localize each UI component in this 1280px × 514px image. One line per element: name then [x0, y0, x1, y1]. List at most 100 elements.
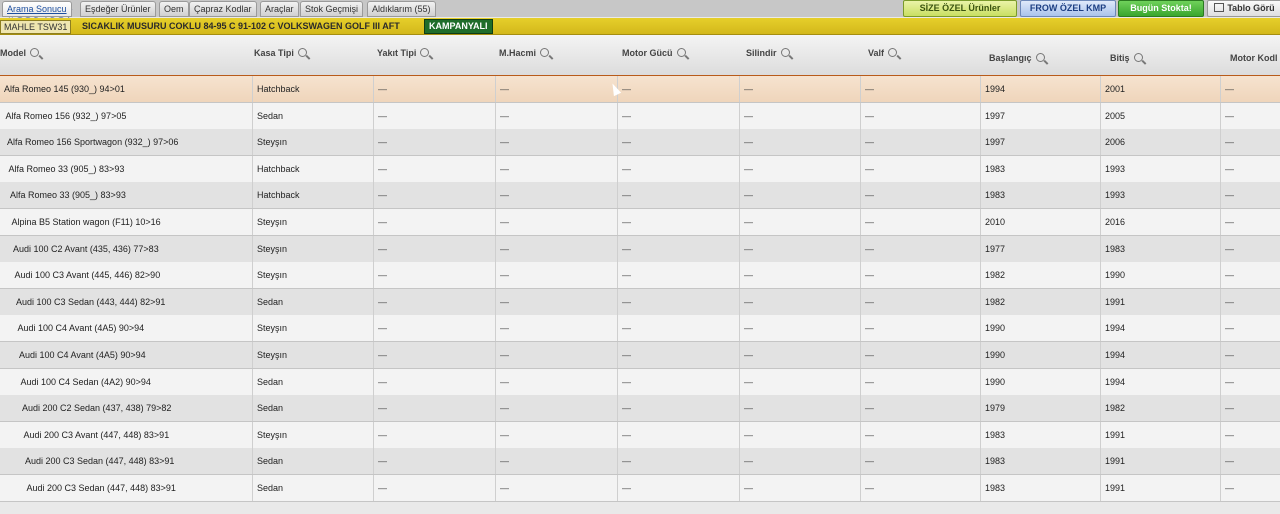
- cell-kod: —: [1220, 182, 1280, 209]
- tablo-gorunumu-button[interactable]: Tablo Görü: [1207, 0, 1280, 17]
- col-header-silindir[interactable]: Silindir: [746, 47, 790, 58]
- cell-bitis: 2001: [1100, 76, 1223, 102]
- cell-guc: —: [617, 102, 742, 129]
- table-row[interactable]: Audi 100 C3 Sedan (443, 444) 82>91 Sedan —…: [0, 288, 1280, 316]
- table-row[interactable]: Alpina B5 Station wagon (F11) 10>16 Steyş…: [0, 209, 1280, 236]
- search-icon[interactable]: [888, 48, 898, 57]
- cell-valf: —: [860, 315, 983, 342]
- table-row[interactable]: Audi 200 C3 Avant (447, 448) 83>91 Steyşı…: [0, 421, 1280, 449]
- col-header-motor-gucu[interactable]: Motor Gücü: [622, 47, 686, 58]
- cell-silindir: —: [739, 475, 863, 501]
- col-header-yakit-tipi[interactable]: Yakıt Tipi: [377, 47, 430, 58]
- product-banner: MAHLE TSW31 SICAKLIK MUSURU COKLU 84-95 …: [0, 18, 1280, 35]
- cell-bitis: 1993: [1100, 182, 1223, 209]
- search-icon[interactable]: [676, 48, 686, 57]
- cell-yakit: —: [373, 262, 498, 289]
- tablo-label: Tablo Görü: [1227, 3, 1275, 13]
- cell-model: Alpina B5 Station wagon (F11) 10>16: [11, 217, 161, 227]
- tab-stok-gecmisi[interactable]: Stok Geçmişi: [300, 1, 364, 17]
- col-valf-label: Valf: [868, 48, 885, 58]
- cell-bitis: 1994: [1100, 342, 1223, 368]
- search-icon[interactable]: [540, 48, 550, 57]
- cell-bitis: 1991: [1100, 448, 1223, 475]
- size-ozel-button[interactable]: SİZE ÖZEL Ürünler: [903, 0, 1017, 17]
- tab-oem[interactable]: Oem: [159, 1, 189, 17]
- table-row[interactable]: Audi 100 C4 Avant (4A5) 90>94 Steyşın — — — —…: [0, 315, 1280, 343]
- cell-kod: —: [1220, 235, 1280, 262]
- cell-model: Audi 100 C2 Avant (435, 436) 77>83: [13, 243, 159, 254]
- cell-yakit: —: [373, 235, 498, 262]
- table-row[interactable]: Audi 100 C4 Avant (4A5) 90>94 Steyşın — — — —…: [0, 342, 1280, 369]
- cell-baslangic: 1990: [980, 368, 1103, 395]
- search-icon[interactable]: [780, 48, 790, 57]
- cell-bitis: 1991: [1100, 475, 1223, 501]
- cell-valf: —: [860, 288, 983, 315]
- cell-kasa: Sedan: [252, 368, 376, 395]
- table-row[interactable]: Audi 200 C2 Sedan (437, 438) 79>82 Sedan —…: [0, 395, 1280, 423]
- col-header-baslangic[interactable]: Başlangıç: [989, 52, 1045, 63]
- cell-guc: —: [617, 262, 742, 289]
- cell-baslangic: 1997: [980, 102, 1103, 129]
- search-icon[interactable]: [297, 48, 307, 57]
- col-hacim-label: M.Hacmi: [499, 48, 537, 58]
- col-header-motor-kodu[interactable]: Motor Kodl: [1230, 53, 1278, 63]
- cell-hacim: —: [495, 235, 620, 262]
- table-row[interactable]: Audi 100 C3 Avant (445, 446) 82>90 Steyşı…: [0, 262, 1280, 290]
- frow-ozel-button[interactable]: FROW ÖZEL KMP: [1020, 0, 1116, 17]
- cell-yakit: —: [373, 448, 498, 475]
- cell-guc: —: [617, 288, 742, 315]
- table-row[interactable]: Alfa Romeo 33 (905_) 83>93 Hatchback — — — — —…: [0, 155, 1280, 183]
- table-row[interactable]: Alfa Romeo 156 Sportwagon (932_) 97>06 St…: [0, 129, 1280, 157]
- col-header-valf[interactable]: Valf: [868, 47, 898, 58]
- table-row[interactable]: Audi 100 C2 Avant (435, 436) 77>83 Steyşı…: [0, 235, 1280, 263]
- col-header-kasa-tipi[interactable]: Kasa Tipi: [254, 47, 307, 58]
- cell-guc: —: [617, 129, 742, 156]
- tab-esdeger-urunler[interactable]: Eşdeğer Ürünler: [80, 1, 156, 17]
- table-header: Model Kasa Tipi Yakıt Tipi M.Hacmi Motor…: [0, 35, 1280, 77]
- col-header-model[interactable]: Model: [0, 47, 39, 58]
- tab-capraz-kodlar[interactable]: Çapraz Kodlar: [189, 1, 257, 17]
- cell-valf: —: [860, 155, 983, 182]
- col-header-bitis[interactable]: Bitiş: [1110, 52, 1143, 63]
- search-icon[interactable]: [1133, 53, 1143, 62]
- cell-hacim: —: [495, 342, 620, 368]
- cell-silindir: —: [739, 448, 863, 475]
- cell-baslangic: 1983: [980, 448, 1103, 475]
- cell-kod: —: [1220, 209, 1280, 235]
- tab-bar: #3594937 Arama Sonucu Eşdeğer Ürünler Oe…: [0, 0, 1280, 21]
- cell-kasa: Sedan: [252, 448, 376, 475]
- tab-arama-sonucu[interactable]: Arama Sonucu: [2, 1, 72, 17]
- cell-valf: —: [860, 421, 983, 448]
- col-header-m-hacmi[interactable]: M.Hacmi: [499, 47, 550, 58]
- cell-yakit: —: [373, 475, 498, 501]
- cell-bitis: 2006: [1100, 129, 1223, 156]
- col-kasa-label: Kasa Tipi: [254, 48, 294, 58]
- cell-guc: —: [617, 182, 742, 209]
- cell-guc: —: [617, 368, 742, 395]
- tab-araclar[interactable]: Araçlar: [260, 1, 299, 17]
- cell-hacim: —: [495, 262, 620, 289]
- col-model-label: Model: [0, 48, 26, 58]
- table-row[interactable]: Alfa Romeo 33 (905_) 83>93 Hatchback — — — — —…: [0, 182, 1280, 210]
- cell-model: Audi 100 C3 Sedan (443, 444) 82>91: [16, 296, 166, 307]
- table-icon: [1214, 3, 1225, 12]
- search-icon[interactable]: [420, 48, 430, 57]
- table-row[interactable]: Alfa Romeo 156 (932_) 97>05 Sedan — — — — —199…: [0, 102, 1280, 130]
- tab-aldiklarim[interactable]: Aldıklarım (55): [367, 1, 436, 17]
- cell-kasa: Steyşın: [252, 315, 376, 342]
- table-row[interactable]: Audi 200 C3 Sedan (447, 448) 83>91 Sedan —…: [0, 448, 1280, 476]
- cell-model: Audi 200 C3 Sedan (447, 448) 83>91: [25, 456, 175, 467]
- cell-baslangic: 1994: [980, 76, 1103, 102]
- bugun-stokta-button[interactable]: Bugün Stokta!: [1118, 0, 1204, 17]
- table-row[interactable]: Audi 200 C3 Sedan (447, 448) 83>91 Sedan —…: [0, 475, 1280, 502]
- cell-silindir: —: [739, 288, 863, 315]
- search-icon[interactable]: [30, 48, 39, 57]
- cell-kasa: Hatchback: [252, 76, 376, 102]
- cell-guc: —: [617, 315, 742, 342]
- cell-kasa: Steyşın: [252, 262, 376, 289]
- table-row[interactable]: Audi 100 C4 Sedan (4A2) 90>94 Sedan — — — — —1…: [0, 368, 1280, 396]
- cell-valf: —: [860, 209, 983, 235]
- cell-silindir: —: [739, 209, 863, 235]
- search-icon[interactable]: [1035, 53, 1045, 62]
- table-row[interactable]: Alfa Romeo 145 (930_) 94>01 Hatchback — — — —…: [0, 76, 1280, 103]
